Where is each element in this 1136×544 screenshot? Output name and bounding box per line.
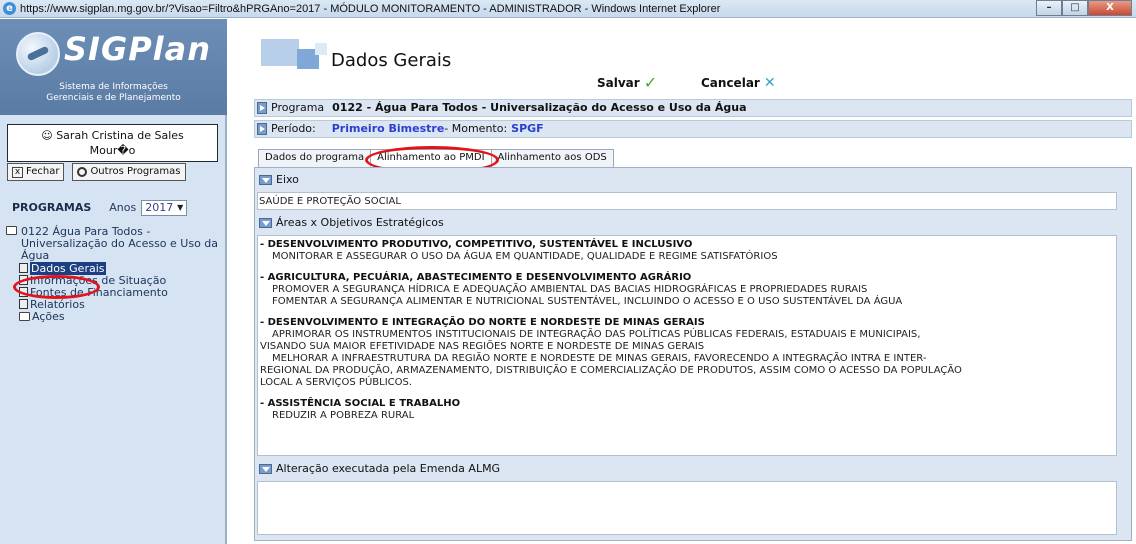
browser-title-bar: e https://www.sigplan.mg.gov.br/?Visao=F… (0, 0, 1136, 18)
tab-dados-do-programa[interactable]: Dados do programa (258, 149, 372, 167)
period-row: Período: Primeiro Bimestre - Momento: SP… (254, 120, 1132, 138)
areas-header[interactable]: Áreas x Objetivos Estratégicos (259, 216, 444, 230)
cancel-x-icon: ✕ (763, 75, 776, 91)
collapse-icon (259, 218, 272, 228)
tab-alinhamento-ods[interactable]: Alinhamento aos ODS (490, 149, 614, 167)
logo-subtitle: Sistema de Informações Gerenciais e de P… (0, 82, 227, 104)
arrow-right-icon (257, 123, 267, 135)
collapse-icon (259, 464, 272, 474)
emenda-header[interactable]: Alteração executada pela Emenda ALMG (259, 462, 500, 476)
objective-line: REDUZIR A POBREZA RURAL (272, 410, 415, 421)
folder-icon (19, 312, 30, 321)
area-group: - ASSISTÊNCIA SOCIAL E TRABALHO REDUZIR … (260, 398, 1114, 422)
emenda-field[interactable] (257, 481, 1117, 535)
area-title: - ASSISTÊNCIA SOCIAL E TRABALHO (260, 398, 461, 409)
outros-programas-button[interactable]: Outros Programas (72, 163, 186, 181)
sigplan-logo-icon (16, 32, 60, 76)
area-title: - DESENVOLVIMENTO E INTEGRAÇÃO DO NORTE … (260, 317, 705, 328)
maximize-button[interactable]: □ (1062, 0, 1088, 16)
programs-row: PROGRAMAS Anos 2017 (12, 200, 188, 216)
moment-value: SPGF (511, 122, 544, 135)
area-title: - DESENVOLVIMENTO PRODUTIVO, COMPETITIVO… (260, 239, 693, 250)
objective-line: REGIONAL DA PRODUÇÃO, ARMAZENAMENTO, DIS… (260, 365, 962, 376)
window-title: https://www.sigplan.mg.gov.br/?Visao=Fil… (20, 3, 721, 15)
objective-line: MONITORAR E ASSEGURAR O USO DA ÁGUA EM Q… (272, 251, 778, 262)
ie-icon: e (3, 2, 16, 15)
eixo-value: SAÚDE E PROTEÇÃO SOCIAL (259, 196, 401, 207)
search-icon (77, 167, 88, 177)
save-button[interactable]: Salvar ✓ (597, 75, 657, 91)
main-content: Dados Gerais Salvar ✓ Cancelar ✕ Program… (229, 19, 1136, 544)
cancel-label: Cancelar (701, 76, 760, 90)
areas-field: - DESENVOLVIMENTO PRODUTIVO, COMPETITIVO… (257, 235, 1117, 456)
document-icon (19, 263, 28, 273)
moment-label: - Momento: (444, 122, 508, 135)
years-label: Anos (109, 201, 137, 214)
close-window-button[interactable]: X (1088, 0, 1132, 16)
user-name-line: Mour�o (89, 144, 136, 157)
area-group: - DESENVOLVIMENTO E INTEGRAÇÃO DO NORTE … (260, 317, 1114, 389)
fechar-button[interactable]: x Fechar (7, 163, 65, 181)
program-tree: 0122 Água Para Todos - Universalização d… (6, 226, 226, 323)
area-title: - AGRICULTURA, PECUÁRIA, ABASTECIMENTO E… (260, 272, 692, 283)
area-group: - DESENVOLVIMENTO PRODUTIVO, COMPETITIVO… (260, 239, 1114, 263)
folder-open-icon (6, 226, 17, 235)
year-select[interactable]: 2017 (141, 200, 188, 216)
objective-line: LOCAL A SERVIÇOS PÚBLICOS. (260, 377, 413, 388)
minimize-button[interactable]: – (1036, 0, 1062, 16)
period-value: Primeiro Bimestre (331, 122, 445, 135)
page-title: Dados Gerais (331, 50, 452, 71)
user-icon: ☺ (41, 129, 53, 142)
user-box: ☺ Sarah Cristina de Sales Mour�o (7, 124, 218, 162)
objective-line: PROMOVER A SEGURANÇA HÍDRICA E ADEQUAÇÃO… (272, 284, 868, 295)
logo-subtitle-line: Sistema de Informações (59, 82, 168, 92)
tree-root-label: 0122 Água Para Todos - Universalização d… (21, 225, 219, 262)
tree-root[interactable]: 0122 Água Para Todos - Universalização d… (6, 226, 226, 262)
document-icon (19, 299, 28, 309)
program-value: 0122 - Água Para Todos - Universalização… (332, 101, 747, 114)
objective-line: FOMENTAR A SEGURANÇA ALIMENTAR E NUTRICI… (272, 296, 903, 307)
sidebar: SIGPlan Sistema de Informações Gerenciai… (0, 19, 227, 544)
collapse-icon (259, 175, 272, 185)
objective-line: VISANDO SUA MAIOR EFETIVIDADE NAS REGIÕE… (260, 341, 705, 352)
areas-label: Áreas x Objetivos Estratégicos (276, 216, 444, 229)
tab-panel: Eixo SAÚDE E PROTEÇÃO SOCIAL Áreas x Obj… (254, 167, 1132, 541)
outros-programas-label: Outros Programas (90, 166, 181, 177)
highlight-ring (13, 275, 100, 299)
objective-line: APRIMORAR OS INSTRUMENTOS INSTITUCIONAIS… (272, 329, 921, 340)
save-label: Salvar (597, 76, 640, 90)
arrow-right-icon (257, 102, 267, 114)
check-icon: ✓ (643, 73, 658, 92)
programs-label: PROGRAMAS (12, 201, 92, 214)
area-group: - AGRICULTURA, PECUÁRIA, ABASTECIMENTO E… (260, 272, 1114, 308)
program-row: Programa 0122 - Água Para Todos - Univer… (254, 99, 1132, 117)
emenda-label: Alteração executada pela Emenda ALMG (276, 462, 501, 475)
program-label: Programa (271, 101, 325, 114)
cancel-button[interactable]: Cancelar ✕ (701, 75, 776, 91)
eixo-label: Eixo (276, 173, 299, 186)
period-label: Período: (271, 122, 316, 135)
eixo-field: SAÚDE E PROTEÇÃO SOCIAL (257, 192, 1117, 210)
objective-line: MELHORAR A INFRAESTRUTURA DA REGIÃO NORT… (272, 353, 927, 364)
close-icon: x (12, 166, 23, 178)
tree-item-acoes[interactable]: Ações (19, 311, 226, 323)
eixo-header[interactable]: Eixo (259, 173, 299, 187)
logo-text: SIGPlan (64, 30, 212, 68)
user-name-line: ☺ Sarah Cristina de Sales (41, 129, 184, 142)
fechar-label: Fechar (26, 166, 60, 177)
logo-band: SIGPlan Sistema de Informações Gerenciai… (0, 19, 227, 115)
logo-subtitle-line: Gerenciais e de Planejamento (46, 93, 181, 103)
